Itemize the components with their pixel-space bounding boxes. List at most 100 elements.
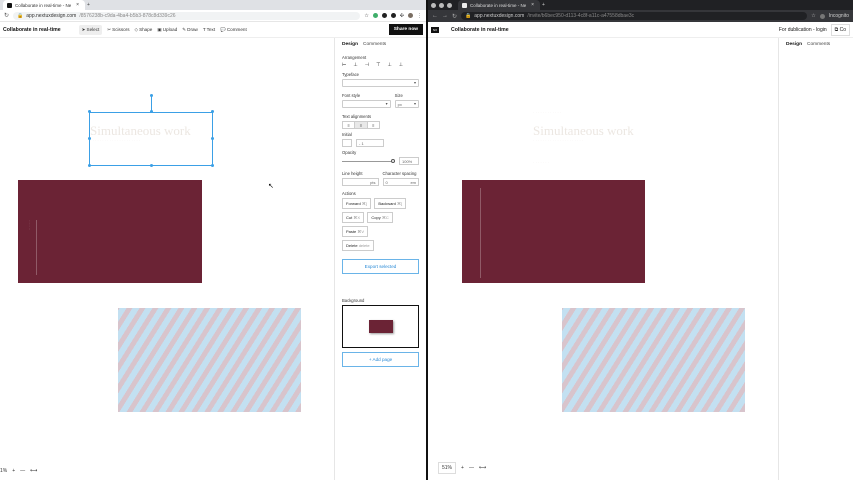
design-canvas[interactable]: Simultaneous work · · · · · · · · · · · … bbox=[0, 38, 334, 480]
opacity-track[interactable] bbox=[342, 158, 395, 163]
maroon-rectangle[interactable] bbox=[462, 180, 645, 283]
initial-input[interactable]: - 1 bbox=[356, 139, 384, 147]
zoom-out-button[interactable]: — bbox=[469, 465, 474, 471]
url-field[interactable]: 🔒 app.nextuxdesign.com/8576238b-c9da-4ba… bbox=[13, 11, 361, 20]
text-align-center-icon[interactable]: ≡ bbox=[355, 122, 368, 128]
menu-icon[interactable]: ⋮ bbox=[417, 13, 422, 19]
upload-tool[interactable]: ▣ Upload bbox=[157, 27, 177, 33]
close-tab-icon[interactable]: × bbox=[529, 2, 536, 8]
design-canvas[interactable]: · · · · · · · · · · · · Simultaneous wor… bbox=[428, 38, 778, 480]
text-tool[interactable]: T Text bbox=[203, 27, 215, 32]
maroon-rectangle[interactable]: · · · · · · · bbox=[18, 180, 202, 283]
zoom-in-button[interactable]: + bbox=[461, 465, 464, 471]
new-tab-icon[interactable]: + bbox=[85, 2, 92, 8]
cut-button[interactable]: Cut ⌘X bbox=[342, 212, 365, 223]
selection-box[interactable] bbox=[89, 112, 213, 166]
tab-design[interactable]: Design bbox=[342, 42, 358, 47]
resize-handle[interactable] bbox=[211, 110, 214, 113]
size-select[interactable]: px bbox=[394, 100, 419, 108]
striped-image[interactable] bbox=[562, 308, 745, 412]
export-selected-button[interactable]: Export selected bbox=[342, 259, 419, 274]
close-window-icon[interactable] bbox=[431, 2, 436, 8]
opacity-knob[interactable] bbox=[391, 158, 395, 163]
resize-handle[interactable] bbox=[211, 137, 214, 140]
maximize-window-icon[interactable] bbox=[447, 2, 452, 8]
size-label: Size bbox=[394, 93, 403, 98]
comment-tool[interactable]: 💬 Comment bbox=[220, 27, 247, 33]
tab-comments[interactable]: Comments bbox=[807, 42, 830, 47]
add-page-button[interactable]: + Add page bbox=[342, 352, 419, 367]
puzzle-icon[interactable]: ✣ bbox=[400, 13, 404, 19]
resize-handle[interactable] bbox=[88, 164, 91, 167]
draw-tool[interactable]: ✎ Draw bbox=[182, 27, 198, 33]
typeface-select[interactable] bbox=[342, 79, 419, 87]
align-top-icon[interactable]: ⊤ bbox=[376, 62, 380, 68]
canvas-heading[interactable]: Simultaneous work bbox=[533, 123, 634, 139]
fit-icon[interactable]: ⟷ bbox=[479, 465, 486, 471]
opacity-input[interactable]: 100% bbox=[399, 157, 419, 165]
url-field[interactable]: 🔒 app.nextuxdesign.com/invite/b6bec950-d… bbox=[461, 12, 808, 20]
avatar[interactable] bbox=[408, 13, 413, 18]
copy-icon[interactable]: ⧉ Co bbox=[830, 23, 850, 36]
opacity-slider[interactable]: 100% bbox=[342, 157, 419, 165]
text-align-left-icon[interactable]: ≡ bbox=[343, 122, 356, 128]
rotate-handle[interactable] bbox=[150, 94, 153, 97]
forward-shortcut: ⌘] bbox=[361, 201, 367, 206]
forward-icon[interactable]: → bbox=[442, 13, 448, 19]
star-icon[interactable]: ☆ bbox=[811, 13, 815, 19]
align-bottom-icon[interactable]: ⊥ bbox=[399, 62, 403, 68]
tab-comments[interactable]: Comments bbox=[363, 42, 386, 47]
zoom-level[interactable]: 51% bbox=[438, 462, 457, 474]
scissors-tool[interactable]: ✂ Scissors bbox=[107, 27, 129, 33]
resize-handle[interactable] bbox=[88, 137, 91, 140]
zoom-out-button[interactable]: — bbox=[20, 468, 25, 474]
upload-label: Upload bbox=[162, 27, 178, 32]
extension-icon[interactable] bbox=[390, 13, 396, 18]
share-button[interactable]: Share now bbox=[388, 24, 423, 35]
initial-toggle[interactable] bbox=[342, 139, 352, 147]
paste-button[interactable]: Paste ⌘V bbox=[342, 226, 369, 237]
star-icon[interactable]: ☆ bbox=[364, 13, 368, 19]
close-tab-icon[interactable]: × bbox=[74, 2, 81, 8]
forward-button[interactable]: Forward ⌘] bbox=[342, 198, 371, 209]
browser-tab[interactable]: Collaborate in real-time - Nex × bbox=[3, 0, 85, 10]
text-align-right-icon[interactable]: ≡ bbox=[368, 122, 379, 128]
resize-handle[interactable] bbox=[211, 164, 214, 167]
delete-button[interactable]: Delete delete bbox=[342, 240, 374, 251]
line-height-label: Line height bbox=[342, 171, 363, 176]
extension-icon[interactable] bbox=[372, 13, 378, 18]
shape-tool[interactable]: ◇ Shape bbox=[135, 27, 153, 33]
minimize-window-icon[interactable] bbox=[439, 2, 444, 8]
zoom-level[interactable]: 1% bbox=[0, 468, 7, 474]
resize-handle[interactable] bbox=[150, 164, 153, 167]
browser-tab[interactable]: Collaborate in real-time - Nex × bbox=[458, 0, 540, 10]
for-duplication-login-link[interactable]: For dublication - login bbox=[779, 27, 827, 33]
tab-design[interactable]: Design bbox=[786, 42, 802, 47]
copy-button[interactable]: Copy ⌘C bbox=[367, 212, 393, 223]
striped-image[interactable] bbox=[118, 308, 301, 412]
cursor-icon: ↖ bbox=[268, 183, 274, 190]
profile-label[interactable]: Incognito bbox=[829, 13, 849, 19]
align-left-icon[interactable]: ⊢ bbox=[342, 62, 346, 68]
select-tool[interactable]: ➤ Select bbox=[78, 24, 103, 35]
new-tab-icon[interactable]: + bbox=[540, 2, 547, 8]
character-spacing-input[interactable]: 0 em bbox=[382, 178, 419, 186]
delete-label: Delete bbox=[346, 243, 358, 248]
font-style-select[interactable] bbox=[342, 100, 391, 108]
fit-icon[interactable]: ⟷ bbox=[30, 468, 37, 474]
copy-label: Co bbox=[839, 26, 846, 33]
backward-button[interactable]: Backward ⌘[ bbox=[374, 198, 407, 209]
reload-icon[interactable]: ↻ bbox=[452, 13, 457, 20]
extension-icon[interactable] bbox=[381, 13, 387, 18]
page-thumbnail[interactable] bbox=[342, 305, 419, 348]
zoom-in-button[interactable]: + bbox=[12, 468, 15, 474]
resize-handle[interactable] bbox=[150, 110, 153, 113]
back-icon[interactable]: ← bbox=[432, 13, 438, 19]
tab-title: Collaborate in real-time - Nex bbox=[470, 2, 527, 8]
align-middle-icon[interactable]: ⊥ bbox=[387, 62, 391, 68]
align-right-icon[interactable]: ⊣ bbox=[365, 62, 369, 68]
resize-handle[interactable] bbox=[88, 110, 91, 113]
reload-icon[interactable]: ↻ bbox=[4, 12, 9, 19]
align-center-icon[interactable]: ⊥ bbox=[353, 62, 357, 68]
line-height-input[interactable]: pts bbox=[342, 178, 379, 186]
